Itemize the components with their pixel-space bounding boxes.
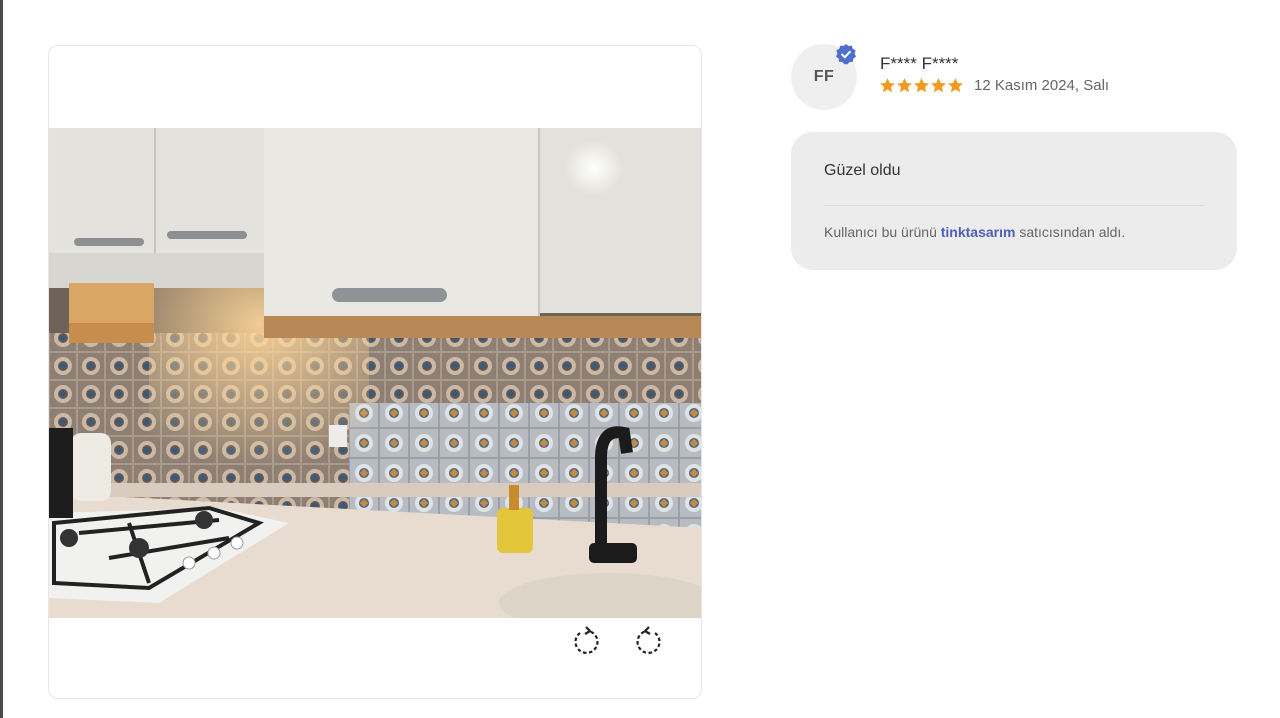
seller-info: Kullanıcı bu ürünü tinktasarım satıcısın… xyxy=(824,224,1125,240)
review-photo[interactable] xyxy=(49,128,701,618)
reviewer-name: F**** F**** xyxy=(880,54,959,73)
star-rating xyxy=(879,77,964,94)
window-edge xyxy=(0,0,3,718)
star-icon xyxy=(948,78,963,93)
kitchen-photo xyxy=(49,128,701,618)
star-icon xyxy=(880,78,895,93)
seller-link[interactable]: tinktasarım xyxy=(941,224,1016,240)
seller-prefix: Kullanıcı bu ürünü xyxy=(824,224,937,240)
verified-badge-icon xyxy=(836,44,856,65)
avatar-initials: FF xyxy=(813,68,835,85)
comment-box: Güzel oldu Kullanıcı bu ürünü tinktasarı… xyxy=(791,132,1237,270)
rotate-right-button[interactable] xyxy=(629,621,669,661)
star-icon xyxy=(897,78,912,93)
rotate-left-icon xyxy=(574,626,599,654)
review-comment: Güzel oldu xyxy=(824,162,901,179)
rotate-right-icon xyxy=(636,626,661,654)
review-date: 12 Kasım 2024, Salı xyxy=(974,77,1110,94)
seller-suffix: satıcısından aldı. xyxy=(1019,224,1126,240)
star-icon xyxy=(931,78,946,93)
rotate-left-button[interactable] xyxy=(566,621,606,661)
rating-row: 12 Kasım 2024, Salı xyxy=(879,77,1109,94)
review-image-viewer xyxy=(48,45,702,699)
divider xyxy=(824,205,1204,206)
star-icon xyxy=(914,78,929,93)
